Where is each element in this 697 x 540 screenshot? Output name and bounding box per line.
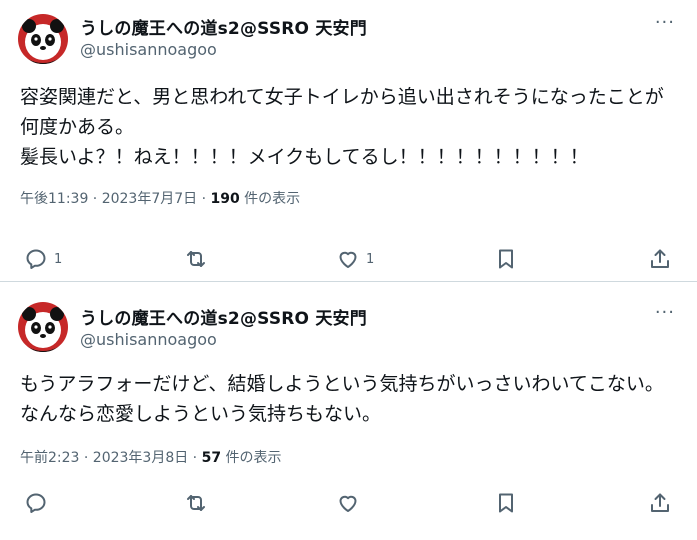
tweet-2[interactable]: うしの魔王への道s2@SSRO 天安門 @ushisannoagoo ··· も… — [0, 282, 697, 540]
tweet-meta: 午後11:39 · 2023年7月7日 · 190 件の表示 — [20, 188, 300, 208]
share-button[interactable] — [648, 244, 672, 274]
view-count[interactable]: 57 — [202, 450, 221, 466]
reply-button[interactable] — [24, 488, 48, 518]
share-button[interactable] — [648, 488, 672, 518]
timestamp[interactable]: 午後11:39 · 2023年7月7日 · — [20, 191, 211, 207]
like-count: 1 — [366, 251, 375, 267]
heart-icon — [339, 495, 357, 512]
bookmark-icon — [499, 249, 513, 269]
bookmark-button[interactable] — [494, 244, 518, 274]
more-options-icon[interactable]: ··· — [655, 302, 675, 323]
tweet-text: 容姿関連だと、男と思われて女子トイレから追い出されそうになったことが何度かある。… — [20, 86, 664, 168]
user-handle[interactable]: @ushisannoagoo — [80, 40, 217, 59]
reply-count: 1 — [54, 251, 63, 267]
tweet-meta: 午前2:23 · 2023年3月8日 · 57 件の表示 — [20, 447, 282, 467]
view-label: 件の表示 — [221, 450, 282, 466]
retweet-icon — [187, 495, 205, 511]
heart-icon — [339, 251, 357, 268]
panda-avatar[interactable] — [18, 302, 68, 352]
panda-avatar[interactable] — [18, 14, 68, 64]
reply-button[interactable]: 1 — [24, 244, 62, 274]
retweet-button[interactable] — [184, 244, 208, 274]
action-bar — [0, 488, 697, 518]
display-name[interactable]: うしの魔王への道s2@SSRO 天安門 — [80, 304, 367, 329]
timestamp[interactable]: 午前2:23 · 2023年3月8日 · — [20, 450, 202, 466]
more-options-icon[interactable]: ··· — [655, 12, 675, 33]
like-button[interactable] — [336, 488, 360, 518]
bookmark-button[interactable] — [494, 488, 518, 518]
reply-icon — [26, 249, 46, 269]
view-count[interactable]: 190 — [211, 191, 240, 207]
share-icon — [651, 493, 669, 512]
reply-icon — [26, 493, 46, 513]
retweet-button[interactable] — [184, 488, 208, 518]
bookmark-icon — [499, 493, 513, 513]
like-button[interactable]: 1 — [336, 244, 374, 274]
action-bar: 1 1 — [0, 244, 697, 274]
view-label: 件の表示 — [239, 191, 301, 207]
share-icon — [651, 249, 669, 268]
tweet-text: もうアラフォーだけど、結婚しようという気持ちがいっさいわいてこない。なんなら恋愛… — [20, 373, 664, 425]
tweet-1[interactable]: うしの魔王への道s2@SSRO 天安門 @ushisannoagoo ··· 容… — [0, 0, 697, 282]
display-name[interactable]: うしの魔王への道s2@SSRO 天安門 — [80, 14, 367, 39]
user-handle[interactable]: @ushisannoagoo — [80, 330, 217, 349]
retweet-icon — [187, 251, 205, 267]
